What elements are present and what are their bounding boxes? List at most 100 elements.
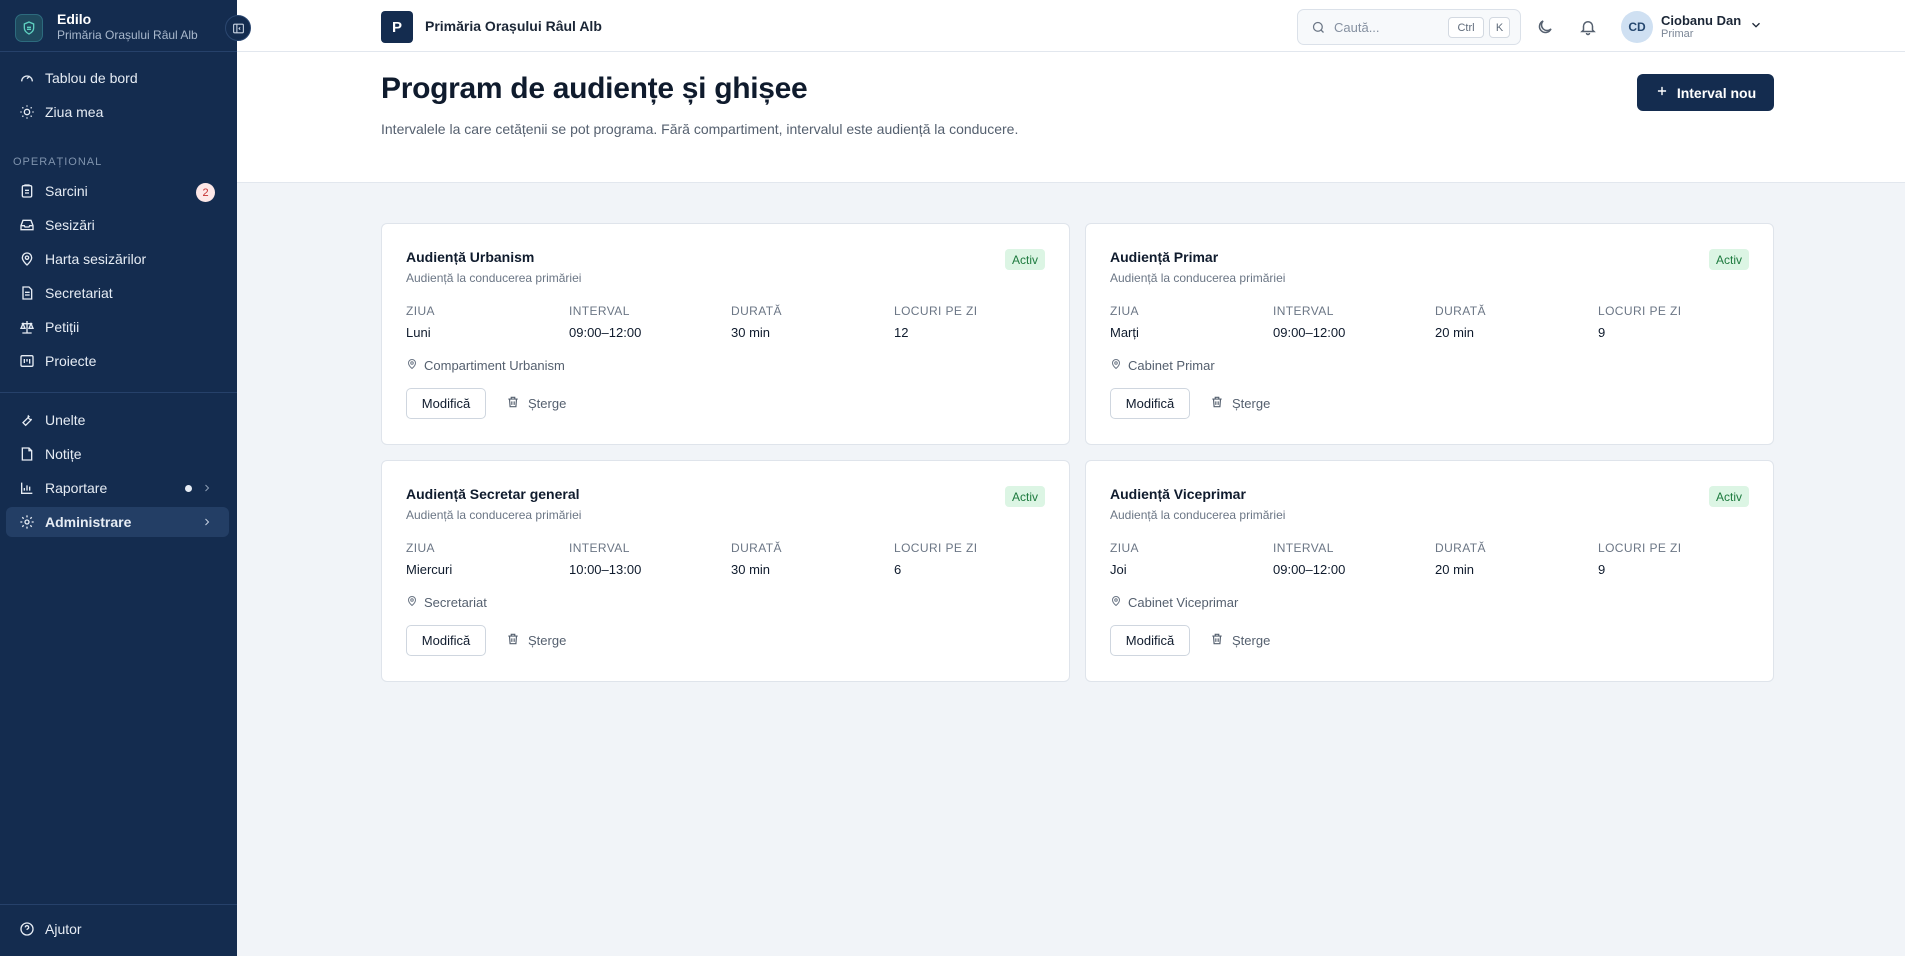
duration-label: DURATĂ: [731, 541, 782, 555]
interval-value: 09:00–12:00: [569, 325, 642, 340]
location: Cabinet Primar: [1110, 358, 1215, 373]
sidebar-item-reports[interactable]: Sesizări: [6, 210, 229, 240]
status-badge: Activ: [1004, 249, 1045, 270]
bar-chart-icon: [18, 479, 36, 497]
location-text: Cabinet Primar: [1128, 358, 1215, 373]
status-badge: Activ: [1004, 486, 1045, 507]
slots-label: LOCURI PE ZI: [1598, 304, 1682, 318]
sidebar-item-label: Sesizări: [45, 217, 95, 233]
sidebar-divider: [0, 392, 237, 393]
sidebar-item-label: Raportare: [45, 480, 108, 496]
trash-icon: [1210, 632, 1224, 649]
search-input[interactable]: Caută... Ctrl K: [1297, 9, 1521, 45]
sidebar-item-reports-map[interactable]: Harta sesizărilor: [6, 244, 229, 274]
sidebar-item-label: Notițe: [45, 446, 82, 462]
day-label: ZIUA: [1110, 541, 1139, 555]
note-icon: [18, 445, 36, 463]
sidebar-item-notes[interactable]: Notițe: [6, 439, 229, 469]
chevron-down-icon[interactable]: [1749, 18, 1763, 35]
sidebar-item-petitions[interactable]: Petiții: [6, 312, 229, 342]
sidebar-item-label: Sarcini: [45, 183, 88, 199]
brand-title: Edilo: [57, 11, 92, 27]
page-title: Program de audiențe și ghișee: [381, 72, 808, 105]
sidebar-item-help[interactable]: Ajutor: [6, 914, 229, 944]
sidebar-item-reporting[interactable]: Raportare: [6, 473, 229, 503]
map-pin-icon: [18, 250, 36, 268]
delete-button[interactable]: Șterge: [506, 625, 566, 656]
chevron-right-icon: [199, 514, 215, 530]
sidebar-item-administration[interactable]: Administrare: [6, 507, 229, 537]
sidebar-item-label: Tablou de bord: [45, 70, 138, 86]
duration-label: DURATĂ: [1435, 304, 1486, 318]
sidebar-item-tasks[interactable]: Sarcini 2: [6, 176, 229, 206]
day-value: Marți: [1110, 325, 1139, 340]
sidebar-item-label: Unelte: [45, 412, 86, 428]
edit-button[interactable]: Modifică: [1110, 388, 1190, 419]
duration-value: 30 min: [731, 562, 771, 577]
sidebar-item-my-day[interactable]: Ziua mea: [6, 97, 229, 127]
schedule-card: Audiență Viceprimar Audiență la conducer…: [1085, 460, 1774, 682]
sidebar-item-label: Proiecte: [45, 353, 97, 369]
sidebar-item-label: Secretariat: [45, 285, 113, 301]
new-interval-button[interactable]: Interval nou: [1637, 74, 1774, 111]
sidebar-item-label: Ziua mea: [45, 104, 104, 120]
delete-label: Șterge: [528, 633, 567, 648]
org-name: Primăria Orașului Râul Alb: [425, 18, 602, 34]
user-role: Primar: [1661, 28, 1694, 40]
duration-label: DURATĂ: [1435, 541, 1486, 555]
collapse-sidebar-icon[interactable]: [225, 15, 251, 41]
card-subtitle: Audiență la conducerea primăriei: [1110, 271, 1286, 285]
search-icon: [1311, 20, 1326, 38]
interval-value: 09:00–12:00: [1273, 562, 1346, 577]
delete-button[interactable]: Șterge: [506, 388, 566, 419]
status-badge: Activ: [1708, 486, 1749, 507]
edit-button[interactable]: Modifică: [1110, 625, 1190, 656]
edit-button[interactable]: Modifică: [406, 625, 486, 656]
interval-value: 10:00–13:00: [569, 562, 642, 577]
slots-label: LOCURI PE ZI: [894, 541, 978, 555]
brand-subtitle: Primăria Orașului Râul Alb: [57, 28, 198, 42]
user-name[interactable]: Ciobanu Dan: [1661, 13, 1741, 28]
day-value: Joi: [1110, 562, 1127, 577]
location: Compartiment Urbanism: [406, 358, 565, 373]
avatar[interactable]: CD: [1621, 11, 1653, 43]
delete-button[interactable]: Șterge: [1210, 625, 1270, 656]
shield-logo-icon: [15, 14, 43, 42]
slots-label: LOCURI PE ZI: [894, 304, 978, 318]
interval-label: INTERVAL: [1273, 541, 1334, 555]
interval-value: 09:00–12:00: [1273, 325, 1346, 340]
map-pin-icon: [406, 595, 418, 610]
sidebar-item-label: Harta sesizărilor: [45, 251, 147, 267]
slots-value: 12: [894, 325, 909, 340]
sidebar-divider: [0, 904, 237, 905]
gear-icon: [18, 513, 36, 531]
delete-button[interactable]: Șterge: [1210, 388, 1270, 419]
sidebar-item-secretariat[interactable]: Secretariat: [6, 278, 229, 308]
trash-icon: [506, 632, 520, 649]
sidebar-item-label: Administrare: [45, 514, 132, 530]
card-title: Audiență Secretar general: [406, 486, 580, 502]
interval-label: INTERVAL: [569, 541, 630, 555]
sidebar-item-label: Petiții: [45, 319, 80, 335]
slots-label: LOCURI PE ZI: [1598, 541, 1682, 555]
sidebar: Edilo Primăria Orașului Râul Alb Tablou …: [0, 0, 251, 956]
sidebar-item-tools[interactable]: Unelte: [6, 405, 229, 435]
location-text: Compartiment Urbanism: [424, 358, 565, 373]
moon-icon[interactable]: [1535, 17, 1555, 37]
sidebar-item-dashboard[interactable]: Tablou de bord: [6, 63, 229, 93]
scale-icon: [18, 318, 36, 336]
new-interval-label: Interval nou: [1676, 84, 1757, 101]
edit-button[interactable]: Modifică: [406, 388, 486, 419]
interval-label: INTERVAL: [569, 304, 630, 318]
topbar: P Primăria Orașului Râul Alb Caută... Ct…: [237, 0, 1905, 52]
clipboard-icon: [18, 182, 36, 200]
bell-icon[interactable]: [1578, 17, 1598, 37]
sidebar-item-projects[interactable]: Proiecte: [6, 346, 229, 376]
help-circle-icon: [18, 920, 36, 938]
schedule-card: Audiență Primar Audiență la conducerea p…: [1085, 223, 1774, 445]
inbox-icon: [18, 216, 36, 234]
delete-label: Șterge: [528, 396, 567, 411]
sun-icon: [18, 103, 36, 121]
kanban-icon: [18, 352, 36, 370]
slots-value: 9: [1598, 325, 1606, 340]
